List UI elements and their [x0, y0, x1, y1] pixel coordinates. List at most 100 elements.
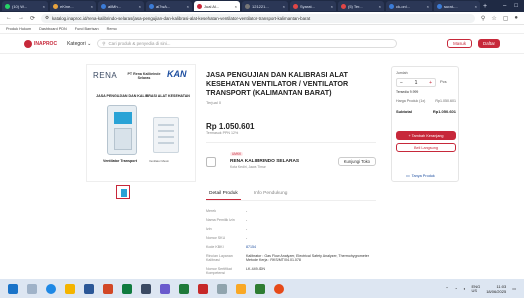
browser-tab[interactable]: 121221... ×: [242, 1, 288, 11]
kbki-link[interactable]: 87154: [246, 245, 256, 249]
seller-name[interactable]: RENA KALIBRINDO SELARAS: [230, 159, 299, 164]
browser-tab[interactable]: (10) W... ×: [2, 1, 48, 11]
clock[interactable]: 11:03 18/06/2025: [486, 284, 506, 294]
task-view-icon[interactable]: [27, 283, 37, 294]
browser-tab-active[interactable]: Jual Al... ×: [194, 1, 240, 11]
add-to-cart-button[interactable]: + Tambah Keranjang: [396, 131, 456, 140]
app-icon[interactable]: [141, 283, 151, 294]
chevron-down-icon: ⌄: [87, 40, 92, 47]
profile-icon[interactable]: ●: [514, 15, 518, 22]
sold-count: Terjual 0: [206, 100, 222, 105]
seller-badge: UMKK: [230, 152, 244, 156]
bookmark-star-icon[interactable]: ☆: [491, 15, 496, 22]
powerpoint-icon[interactable]: [103, 283, 113, 294]
site-icon: [389, 3, 394, 9]
spec-row: Nomor Sertifikat Kompetensi LK-449-IDN: [206, 267, 265, 275]
word-icon[interactable]: [84, 283, 94, 294]
close-icon[interactable]: ×: [427, 4, 429, 9]
site-icon: [245, 3, 250, 9]
new-tab-button[interactable]: +: [483, 3, 487, 10]
file-explorer-icon[interactable]: [65, 283, 75, 294]
spec-row: Rincian Layanan Kalibrasi Kalibrator : Ga…: [206, 254, 369, 262]
search-input[interactable]: ⚲ Cari produk & penyedia di sini...: [97, 39, 398, 48]
close-icon[interactable]: ×: [379, 4, 381, 9]
pdf-icon[interactable]: [198, 283, 208, 294]
inaproc-logo[interactable]: INAPROC: [24, 39, 57, 48]
buy-now-button[interactable]: Beli Langsung: [396, 143, 456, 152]
zoom-icon[interactable]: ⚲: [481, 15, 485, 22]
spec-row: Izin -: [206, 227, 248, 231]
back-icon[interactable]: ←: [6, 15, 12, 21]
excel-icon[interactable]: [122, 283, 132, 294]
product-price: Rp 1.050.601: [206, 122, 255, 131]
product-thumbnail[interactable]: [116, 185, 130, 199]
close-icon[interactable]: ×: [187, 4, 189, 9]
bookmark-item[interactable]: Fund Barrisan: [75, 27, 99, 31]
browser-tab[interactable]: ck-onl... ×: [386, 1, 432, 11]
browser-tab[interactable]: al7wA... ×: [146, 1, 192, 11]
app-icon[interactable]: [236, 283, 246, 294]
chevron-up-icon[interactable]: ⌃: [445, 286, 448, 291]
url-field[interactable]: ⚙ katalog.inaproc.id/rena-kalibrindo-sela…: [41, 13, 475, 23]
browser-tab[interactable]: eKine... ×: [50, 1, 96, 11]
product-image[interactable]: RENA PT Rena Kalibrinde Selaras KAN JASA…: [86, 64, 196, 182]
reload-icon[interactable]: ⟳: [30, 15, 35, 22]
kan-logo: KAN: [167, 69, 187, 79]
minimize-icon[interactable]: –: [503, 3, 506, 9]
quantity-stepper[interactable]: − 1 +: [396, 78, 436, 87]
site-info-icon[interactable]: ⚙: [45, 15, 49, 21]
browser-tab[interactable]: surat-... ×: [434, 1, 480, 11]
network-icon[interactable]: ◔: [455, 286, 457, 291]
login-button[interactable]: Masuk: [447, 39, 473, 48]
bookmark-item[interactable]: Remo: [107, 27, 117, 31]
chat-icon: ▭: [406, 174, 410, 178]
store-icon: [206, 157, 216, 167]
bookmark-item[interactable]: Produk Hukum: [6, 27, 31, 31]
forward-icon[interactable]: →: [18, 15, 24, 21]
close-icon[interactable]: ×: [283, 4, 285, 9]
language-indicator[interactable]: ENG US: [472, 284, 481, 293]
plus-icon[interactable]: +: [429, 80, 432, 86]
close-icon[interactable]: ×: [331, 4, 333, 9]
visit-store-button[interactable]: Kunjungi Toko: [337, 157, 376, 166]
tab-detail-produk[interactable]: Detail Produk: [206, 189, 241, 200]
site-header: INAPROC Kategori ⌄ ⚲ Cari produk & penyed…: [0, 34, 524, 54]
kategori-dropdown[interactable]: Kategori ⌄: [67, 41, 91, 47]
edge-icon[interactable]: [46, 283, 56, 294]
app-icon[interactable]: [217, 283, 227, 294]
close-icon[interactable]: ×: [43, 4, 45, 9]
register-button[interactable]: Daftar: [478, 39, 500, 48]
tab-info-pendukung[interactable]: Info Pendukung: [251, 189, 291, 200]
ask-product-link[interactable]: ▭ Tanya Produk: [406, 173, 435, 179]
close-icon[interactable]: ×: [139, 4, 141, 9]
app-icon[interactable]: [160, 283, 170, 294]
device2-label: Ventilator Mesin: [149, 159, 169, 163]
notification-icon[interactable]: ▭: [512, 286, 516, 291]
maximize-icon[interactable]: □: [514, 3, 518, 9]
close-icon[interactable]: ×: [91, 4, 93, 9]
volume-icon[interactable]: ◖: [463, 286, 465, 291]
subtotal-row: Subtotal Rp1.050.601: [396, 109, 456, 114]
minus-icon[interactable]: −: [400, 80, 403, 86]
site-icon: [53, 3, 58, 9]
product-title: JASA PENGUJIAN DAN KALIBRASI ALAT KESEHA…: [206, 70, 349, 97]
system-tray: ⌃ ◔ ◖ ENG US 11:03 18/06/2025 ▭: [445, 284, 516, 294]
browser-actions: ⚲ ☆ ▢ ●: [481, 15, 518, 22]
chrome-icon[interactable]: [274, 283, 284, 294]
quantity-value[interactable]: 1: [415, 80, 418, 86]
app-icon[interactable]: [179, 283, 189, 294]
browser-tab[interactable]: Syarat... ×: [290, 1, 336, 11]
browser-tab[interactable]: (5) Ter... ×: [338, 1, 384, 11]
close-icon[interactable]: ×: [235, 4, 237, 9]
bookmark-item[interactable]: Dashboard PDN: [39, 27, 67, 31]
spec-row: Nomor SKU -: [206, 236, 248, 240]
spec-list: Merek - Nama Pemilik Izin - Izin - Nomor SK…: [206, 209, 376, 280]
price-note: Termasuk PPN 12%: [206, 131, 239, 135]
windows-start-icon[interactable]: [8, 283, 18, 294]
extensions-icon[interactable]: ▢: [503, 15, 509, 22]
app-icon[interactable]: [255, 283, 265, 294]
close-icon[interactable]: ×: [475, 4, 477, 9]
search-icon: ⚲: [102, 40, 106, 46]
browser-tab[interactable]: allMh... ×: [98, 1, 144, 11]
brand-subtitle: PT Rena Kalibrinde Selaras: [127, 72, 161, 81]
